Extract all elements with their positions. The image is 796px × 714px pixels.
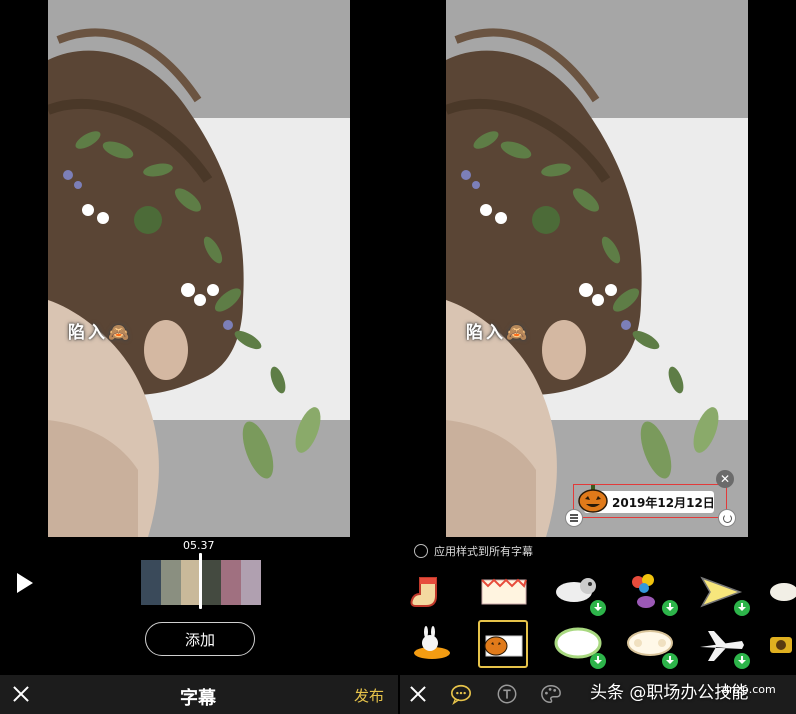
subtitle-selection-box[interactable]: 2019年12月12日 (573, 484, 727, 518)
download-icon[interactable] (734, 653, 750, 669)
subtitle-style-screen: 陷入🙈 2019年12月12日 ✕ 应用样式到所有字幕 头条 @职场办公技能 d… (400, 0, 796, 714)
sock-sticker[interactable] (406, 572, 458, 612)
text-style-icon[interactable] (496, 683, 518, 705)
download-icon[interactable] (590, 653, 606, 669)
play-button[interactable] (14, 572, 36, 594)
download-icon[interactable] (662, 653, 678, 669)
timeline-thumb (221, 560, 241, 605)
bubble-style-icon[interactable] (450, 683, 472, 705)
video-preview[interactable]: 陷入🙈 (48, 0, 350, 537)
page-title: 字幕 (180, 688, 216, 709)
download-icon[interactable] (662, 600, 678, 616)
sheep-sticker[interactable] (766, 572, 796, 612)
watermark-site: dnzp.com (722, 683, 776, 696)
timecode: 05.37 (183, 539, 215, 552)
subtitle-menu-icon[interactable] (565, 509, 583, 527)
video-caption-text[interactable]: 陷入🙈 (68, 318, 132, 343)
video-frame-image (48, 28, 321, 537)
timeline-thumb (141, 560, 161, 605)
bottom-toolbar: 字幕 发布 (0, 675, 398, 714)
subtitle-label: 2019年12月12日 (578, 485, 715, 513)
timeline-playhead[interactable] (199, 553, 202, 609)
timeline-thumb (161, 560, 181, 605)
radio-button[interactable] (414, 544, 428, 558)
rotate-icon[interactable] (718, 509, 736, 527)
subtitle-text: 2019年12月12日 (612, 496, 715, 510)
paper-plane-sticker[interactable] (696, 572, 750, 616)
camera-sticker[interactable] (766, 625, 796, 665)
apply-style-all-label: 应用样式到所有字幕 (434, 545, 533, 558)
video-preview[interactable]: 陷入🙈 (446, 0, 748, 537)
video-frame-image (446, 28, 719, 537)
rabbit-carrot-sticker[interactable] (406, 625, 458, 665)
pumpkin-sticker[interactable] (478, 620, 528, 668)
pumpkin-icon (578, 485, 608, 513)
add-subtitle-button[interactable]: 添加 (145, 622, 255, 656)
palette-icon[interactable] (540, 683, 562, 705)
close-icon[interactable] (10, 683, 32, 705)
apply-style-all-option[interactable]: 应用样式到所有字幕 (414, 543, 533, 559)
close-icon[interactable] (407, 683, 429, 705)
cloud-animal-sticker[interactable] (552, 572, 606, 616)
bottom-toolbar: 头条 @职场办公技能 dnzp.com (400, 675, 796, 714)
download-icon[interactable] (734, 600, 750, 616)
sheep-cloud-sticker[interactable] (624, 625, 678, 669)
publish-button[interactable]: 发布 (354, 685, 384, 706)
delete-subtitle-icon[interactable]: ✕ (716, 470, 734, 488)
timeline-thumb (181, 560, 201, 605)
timeline-thumb (241, 560, 261, 605)
download-icon[interactable] (590, 600, 606, 616)
balloon-bird-sticker[interactable] (624, 572, 678, 616)
airplane-sticker[interactable] (696, 625, 750, 669)
video-caption-text[interactable]: 陷入🙈 (466, 318, 530, 343)
subtitle-editor-screen: 陷入🙈 05.37 添加 字幕 发布 (0, 0, 398, 714)
timeline-thumb (201, 560, 221, 605)
speech-bubble-sticker[interactable] (552, 625, 606, 669)
bunting-banner-sticker[interactable] (478, 572, 530, 612)
